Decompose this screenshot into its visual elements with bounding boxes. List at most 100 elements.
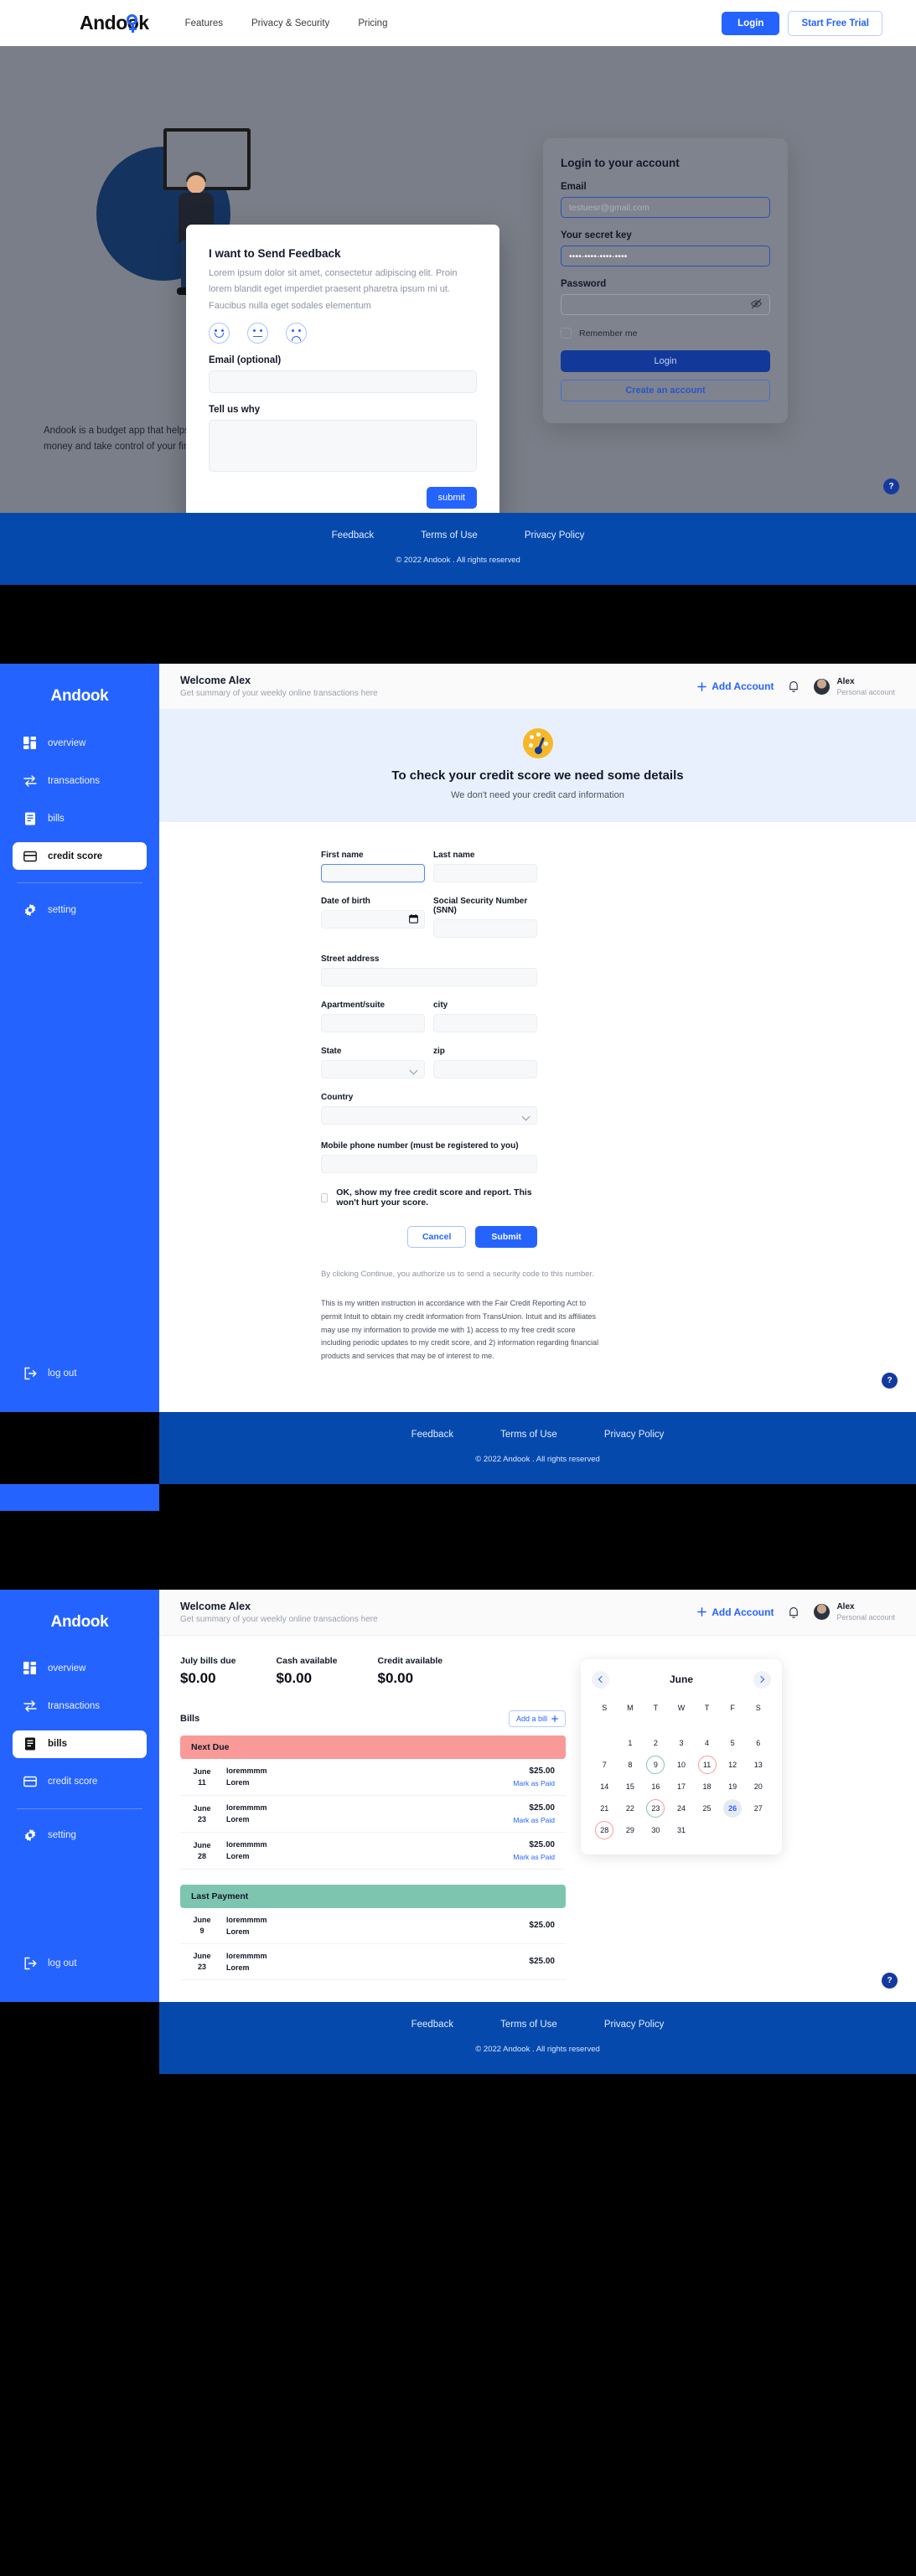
add-account-button[interactable]: Add Account [697, 680, 774, 692]
calendar-day-10[interactable]: 10 [669, 1754, 695, 1776]
calendar-day-15[interactable]: 15 [618, 1776, 644, 1798]
login-submit-button[interactable]: Login [561, 350, 770, 372]
user-menu[interactable]: Alex Personal account [814, 1602, 895, 1622]
calendar-day-5[interactable]: 5 [720, 1732, 746, 1754]
calendar-day-14[interactable]: 14 [592, 1776, 618, 1798]
sidebar-item-overview[interactable]: overview [13, 729, 147, 757]
sad-face-icon[interactable] [286, 322, 307, 344]
calendar-day-31[interactable]: 31 [669, 1819, 695, 1841]
calendar-day-21[interactable]: 21 [592, 1798, 618, 1819]
calendar-day-13[interactable]: 13 [745, 1754, 771, 1776]
sidebar-item-setting[interactable]: setting [13, 1822, 147, 1849]
last-name-input[interactable] [433, 864, 537, 882]
nav-item-privacy-security[interactable]: Privacy & Security [251, 18, 329, 28]
logout-button[interactable]: log out [0, 1957, 159, 1970]
footer-link-terms[interactable]: Terms of Use [421, 530, 478, 541]
calendar-day-24[interactable]: 24 [669, 1798, 695, 1819]
sidebar-item-credit-score[interactable]: credit score [13, 842, 147, 870]
calendar-day-11[interactable]: 11 [694, 1754, 720, 1776]
footer-link-privacy[interactable]: Privacy Policy [604, 1430, 665, 1440]
calendar-prev-button[interactable] [592, 1670, 609, 1689]
first-name-input[interactable] [321, 864, 425, 882]
calendar-day-28[interactable]: 28 [592, 1819, 618, 1841]
help-fab-button[interactable]: ? [883, 478, 899, 494]
state-select[interactable] [321, 1060, 425, 1079]
sidebar-item-bills[interactable]: bills [13, 1730, 147, 1758]
table-row[interactable]: June 23 loremmmm Lorem $25.00 Mark as Pa… [180, 1796, 566, 1833]
calendar-day-8[interactable]: 8 [618, 1754, 644, 1776]
consent-row[interactable]: OK, show my free credit score and report… [321, 1187, 537, 1208]
bell-icon[interactable] [788, 1606, 800, 1619]
login-button[interactable]: Login [722, 11, 780, 35]
footer-link-feedback[interactable]: Feedback [411, 2020, 454, 2030]
calendar-day-4[interactable]: 4 [694, 1732, 720, 1754]
bell-icon[interactable] [788, 680, 800, 693]
street-address-input[interactable] [321, 968, 537, 986]
remember-me-checkbox[interactable] [561, 328, 572, 339]
footer-link-terms[interactable]: Terms of Use [500, 2020, 557, 2030]
login-password-input[interactable] [561, 294, 770, 315]
create-account-button[interactable]: Create an account [561, 380, 770, 401]
footer-link-feedback[interactable]: Feedback [332, 530, 375, 541]
submit-button[interactable]: Submit [475, 1226, 537, 1248]
calendar-day-27[interactable]: 27 [745, 1798, 771, 1819]
calendar-day-7[interactable]: 7 [592, 1754, 618, 1776]
calendar-day-3[interactable]: 3 [669, 1732, 695, 1754]
sidebar-item-transactions[interactable]: transactions [13, 767, 147, 794]
cancel-button[interactable]: Cancel [406, 1226, 467, 1248]
add-account-button[interactable]: Add Account [697, 1606, 774, 1618]
sidebar-item-setting[interactable]: setting [13, 896, 147, 923]
calendar-day-26[interactable]: 26 [720, 1798, 746, 1819]
ssn-input[interactable] [433, 919, 537, 938]
calendar-day-1[interactable]: 1 [618, 1732, 644, 1754]
zip-input[interactable] [433, 1060, 537, 1079]
site-logo[interactable]: Andook [80, 12, 149, 34]
calendar-day-2[interactable]: 2 [643, 1732, 669, 1754]
feedback-email-input[interactable] [209, 370, 477, 393]
calendar-day-23[interactable]: 23 [643, 1798, 669, 1819]
calendar-day-17[interactable]: 17 [669, 1776, 695, 1798]
remember-me-row[interactable]: Remember me [561, 328, 770, 339]
neutral-face-icon[interactable] [247, 322, 268, 344]
sidebar-item-overview[interactable]: overview [13, 1655, 147, 1683]
calendar-day-29[interactable]: 29 [618, 1819, 644, 1841]
mobile-phone-input[interactable] [321, 1155, 537, 1173]
country-select[interactable] [321, 1106, 537, 1125]
feedback-submit-button[interactable]: submit [426, 486, 477, 509]
happy-face-icon[interactable] [209, 322, 230, 344]
login-secret-key-input[interactable] [561, 246, 770, 266]
start-free-trial-button[interactable]: Start Free Trial [788, 10, 882, 36]
nav-item-features[interactable]: Features [185, 18, 223, 28]
sidebar-item-transactions[interactable]: transactions [13, 1693, 147, 1720]
consent-checkbox[interactable] [321, 1192, 329, 1203]
calendar-day-16[interactable]: 16 [643, 1776, 669, 1798]
add-bill-button[interactable]: Add a bill [508, 1710, 566, 1727]
logout-button[interactable]: log out [0, 1367, 159, 1380]
calendar-day-19[interactable]: 19 [720, 1776, 746, 1798]
calendar-day-18[interactable]: 18 [694, 1776, 720, 1798]
sidebar-item-bills[interactable]: bills [13, 804, 147, 832]
footer-link-privacy[interactable]: Privacy Policy [604, 2020, 665, 2030]
help-fab-button[interactable]: ? [882, 1972, 898, 1989]
mark-as-paid-link[interactable]: Mark as Paid [513, 1779, 555, 1787]
calendar-icon[interactable] [409, 914, 418, 923]
footer-link-terms[interactable]: Terms of Use [500, 1430, 557, 1440]
footer-link-privacy[interactable]: Privacy Policy [525, 530, 585, 541]
table-row[interactable]: June 9 loremmmm Lorem $25.00 [180, 1908, 566, 1944]
calendar-day-20[interactable]: 20 [745, 1776, 771, 1798]
calendar-day-25[interactable]: 25 [694, 1798, 720, 1819]
login-email-input[interactable] [561, 197, 770, 218]
mark-as-paid-link[interactable]: Mark as Paid [513, 1816, 555, 1824]
calendar-day-12[interactable]: 12 [720, 1754, 746, 1776]
mark-as-paid-link[interactable]: Mark as Paid [513, 1853, 555, 1861]
table-row[interactable]: June 28 loremmmm Lorem $25.00 Mark as Pa… [180, 1833, 566, 1870]
calendar-day-22[interactable]: 22 [618, 1798, 644, 1819]
apartment-input[interactable] [321, 1014, 425, 1032]
user-menu[interactable]: Alex Personal account [814, 677, 895, 696]
sidebar-item-credit-score[interactable]: credit score [13, 1768, 147, 1796]
help-fab-button[interactable]: ? [882, 1372, 898, 1389]
calendar-day-30[interactable]: 30 [643, 1819, 669, 1841]
footer-link-feedback[interactable]: Feedback [411, 1430, 454, 1440]
table-row[interactable]: June 11 loremmmm Lorem $25.00 Mark as Pa… [180, 1759, 566, 1796]
calendar-day-9[interactable]: 9 [643, 1754, 669, 1776]
